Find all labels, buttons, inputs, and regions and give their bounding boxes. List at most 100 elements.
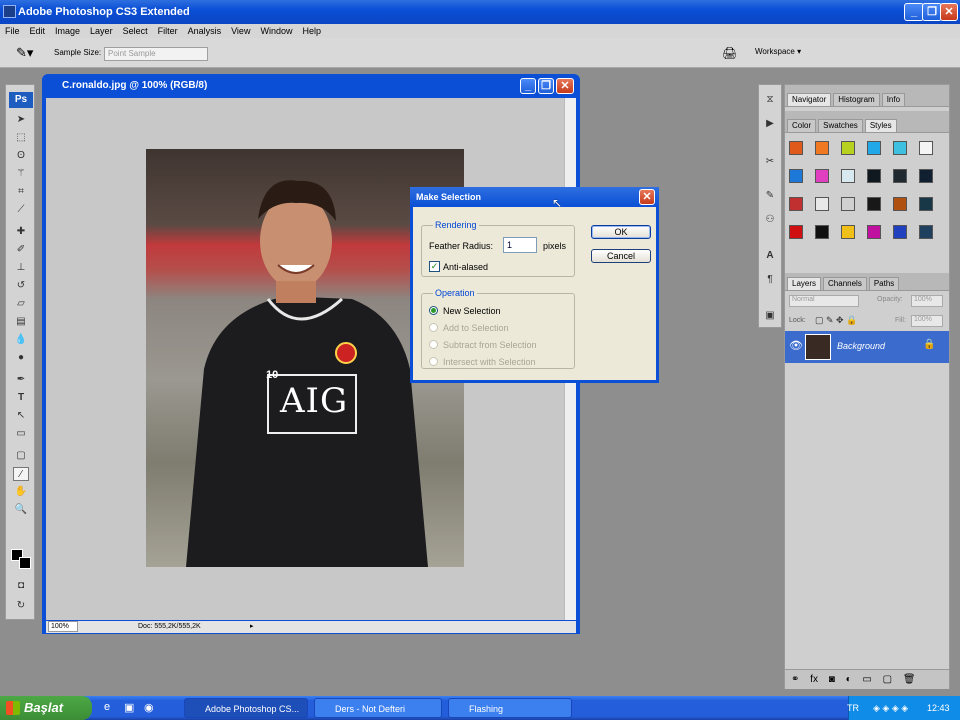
style-swatch[interactable] [919,225,933,239]
character-panel-icon[interactable]: A [762,249,778,263]
layer-style-icon[interactable]: fx [810,674,818,685]
workspace-menu[interactable]: Workspace ▾ [755,47,801,56]
healing-tool-icon[interactable]: ✚ [13,225,29,239]
menu-file[interactable]: File [0,24,25,38]
pen-tool-icon[interactable]: ✒ [13,373,29,387]
crop-tool-icon[interactable]: ⌗ [13,185,29,199]
type-tool-icon[interactable]: T [13,391,29,405]
zoom-field[interactable]: 100% [48,621,78,632]
blend-mode-select[interactable]: Normal [789,295,859,307]
tab-histogram[interactable]: Histogram [833,93,880,106]
dodge-tool-icon[interactable]: ● [13,351,29,365]
style-swatch[interactable] [893,141,907,155]
style-swatch[interactable] [841,141,855,155]
brushes-panel-icon[interactable]: ✎ [762,189,778,203]
stamp-tool-icon[interactable]: ⊥ [13,261,29,275]
eyedropper-tool-icon-active[interactable]: ⁄ [13,467,29,481]
menu-window[interactable]: Window [255,24,297,38]
doc-close-button[interactable]: ✕ [556,78,574,94]
style-swatch[interactable] [893,197,907,211]
style-swatch[interactable] [815,169,829,183]
task-notepad[interactable]: Ders - Not Defteri [314,698,442,718]
doc-minimize-button[interactable]: _ [520,78,536,94]
magic-wand-tool-icon[interactable]: ⚚ [13,167,29,181]
feather-radius-input[interactable]: 1 [503,237,537,253]
quick-mask-icon[interactable]: ◘ [13,579,29,593]
eyedropper-tool-icon[interactable]: ✎▾ [16,45,33,61]
marquee-tool-icon[interactable]: ⬚ [13,131,29,145]
style-swatch[interactable] [815,197,829,211]
actions-panel-icon[interactable]: ▶ [762,117,778,131]
style-swatch[interactable] [841,169,855,183]
tab-paths[interactable]: Paths [868,277,900,290]
menu-layer[interactable]: Layer [85,24,118,38]
style-swatch[interactable] [893,225,907,239]
style-swatch[interactable] [867,141,881,155]
lasso-tool-icon[interactable]: ʘ [13,149,29,163]
menu-view[interactable]: View [226,24,255,38]
zoom-tool-icon[interactable]: 🔍 [13,503,29,517]
style-swatch[interactable] [789,169,803,183]
style-swatch[interactable] [841,197,855,211]
tab-swatches[interactable]: Swatches [818,119,863,132]
radio-intersect-selection[interactable] [429,357,438,366]
style-swatch[interactable] [867,197,881,211]
adjustment-layer-icon[interactable]: ◐ [846,674,852,685]
move-tool-icon[interactable]: ➤ [13,113,29,127]
tab-info[interactable]: Info [881,93,906,106]
tab-styles[interactable]: Styles [864,119,897,132]
blur-tool-icon[interactable]: 💧 [13,333,29,347]
slice-tool-icon[interactable]: ⟋ [13,203,29,217]
tab-channels[interactable]: Channels [823,277,867,290]
link-layers-icon[interactable]: ⚭ [791,674,799,685]
minimize-window-button[interactable]: _ [904,3,924,21]
style-swatch[interactable] [867,169,881,183]
eraser-tool-icon[interactable]: ▱ [13,297,29,311]
tab-color[interactable]: Color [787,119,817,132]
style-swatch[interactable] [867,225,881,239]
tray-icons[interactable]: ◈ ◈ ◈ ◈ [873,696,908,720]
radio-add-selection[interactable] [429,323,438,332]
style-swatch[interactable] [815,225,829,239]
status-menu-arrow-icon[interactable]: ▸ [250,621,254,633]
menu-edit[interactable]: Edit [25,24,51,38]
new-layer-icon[interactable]: ▢ [883,674,892,685]
radio-new-selection[interactable] [429,306,438,315]
tab-layers[interactable]: Layers [787,277,822,290]
clone-source-icon[interactable]: ⚇ [762,213,778,227]
workspace-icon[interactable]: 🖨 [722,46,737,60]
notes-tool-icon[interactable]: ▢ [13,449,29,463]
gradient-tool-icon[interactable]: ▤ [13,315,29,329]
menu-help[interactable]: Help [297,24,326,38]
restore-window-button[interactable]: ❐ [922,3,942,21]
layer-comps-icon[interactable]: ▣ [762,309,778,323]
style-swatch[interactable] [789,197,803,211]
antialiased-checkbox[interactable]: ✓ [429,261,440,272]
cancel-button[interactable]: Cancel [591,249,651,263]
quicklaunch-media-icon[interactable]: ◉ [144,701,154,714]
task-flashing[interactable]: Flashing [448,698,572,718]
history-panel-icon[interactable]: ⧖ [762,93,778,107]
ok-button[interactable]: OK [591,225,651,239]
language-indicator[interactable]: TR [847,696,859,720]
style-swatch[interactable] [893,169,907,183]
menu-image[interactable]: Image [50,24,85,38]
radio-subtract-selection[interactable] [429,340,438,349]
close-window-button[interactable]: ✕ [940,3,958,21]
style-swatch[interactable] [841,225,855,239]
path-selection-tool-icon[interactable]: ↖ [13,409,29,423]
history-brush-tool-icon[interactable]: ↺ [13,279,29,293]
paragraph-panel-icon[interactable]: ¶ [762,273,778,287]
style-swatch[interactable] [919,141,933,155]
screen-mode-icon[interactable]: ↻ [13,599,29,613]
lock-icons[interactable]: ▢ ✎ ✥ 🔒 [815,315,857,326]
tab-navigator[interactable]: Navigator [787,93,832,106]
shape-tool-icon[interactable]: ▭ [13,427,29,441]
layer-mask-icon[interactable]: ◙ [829,674,835,685]
sample-size-select[interactable]: Point Sample [104,47,208,61]
hand-tool-icon[interactable]: ✋ [13,485,29,499]
style-swatch[interactable] [789,225,803,239]
style-swatch[interactable] [919,169,933,183]
background-color-swatch[interactable] [19,557,31,569]
dialog-close-button[interactable]: ✕ [639,189,655,205]
